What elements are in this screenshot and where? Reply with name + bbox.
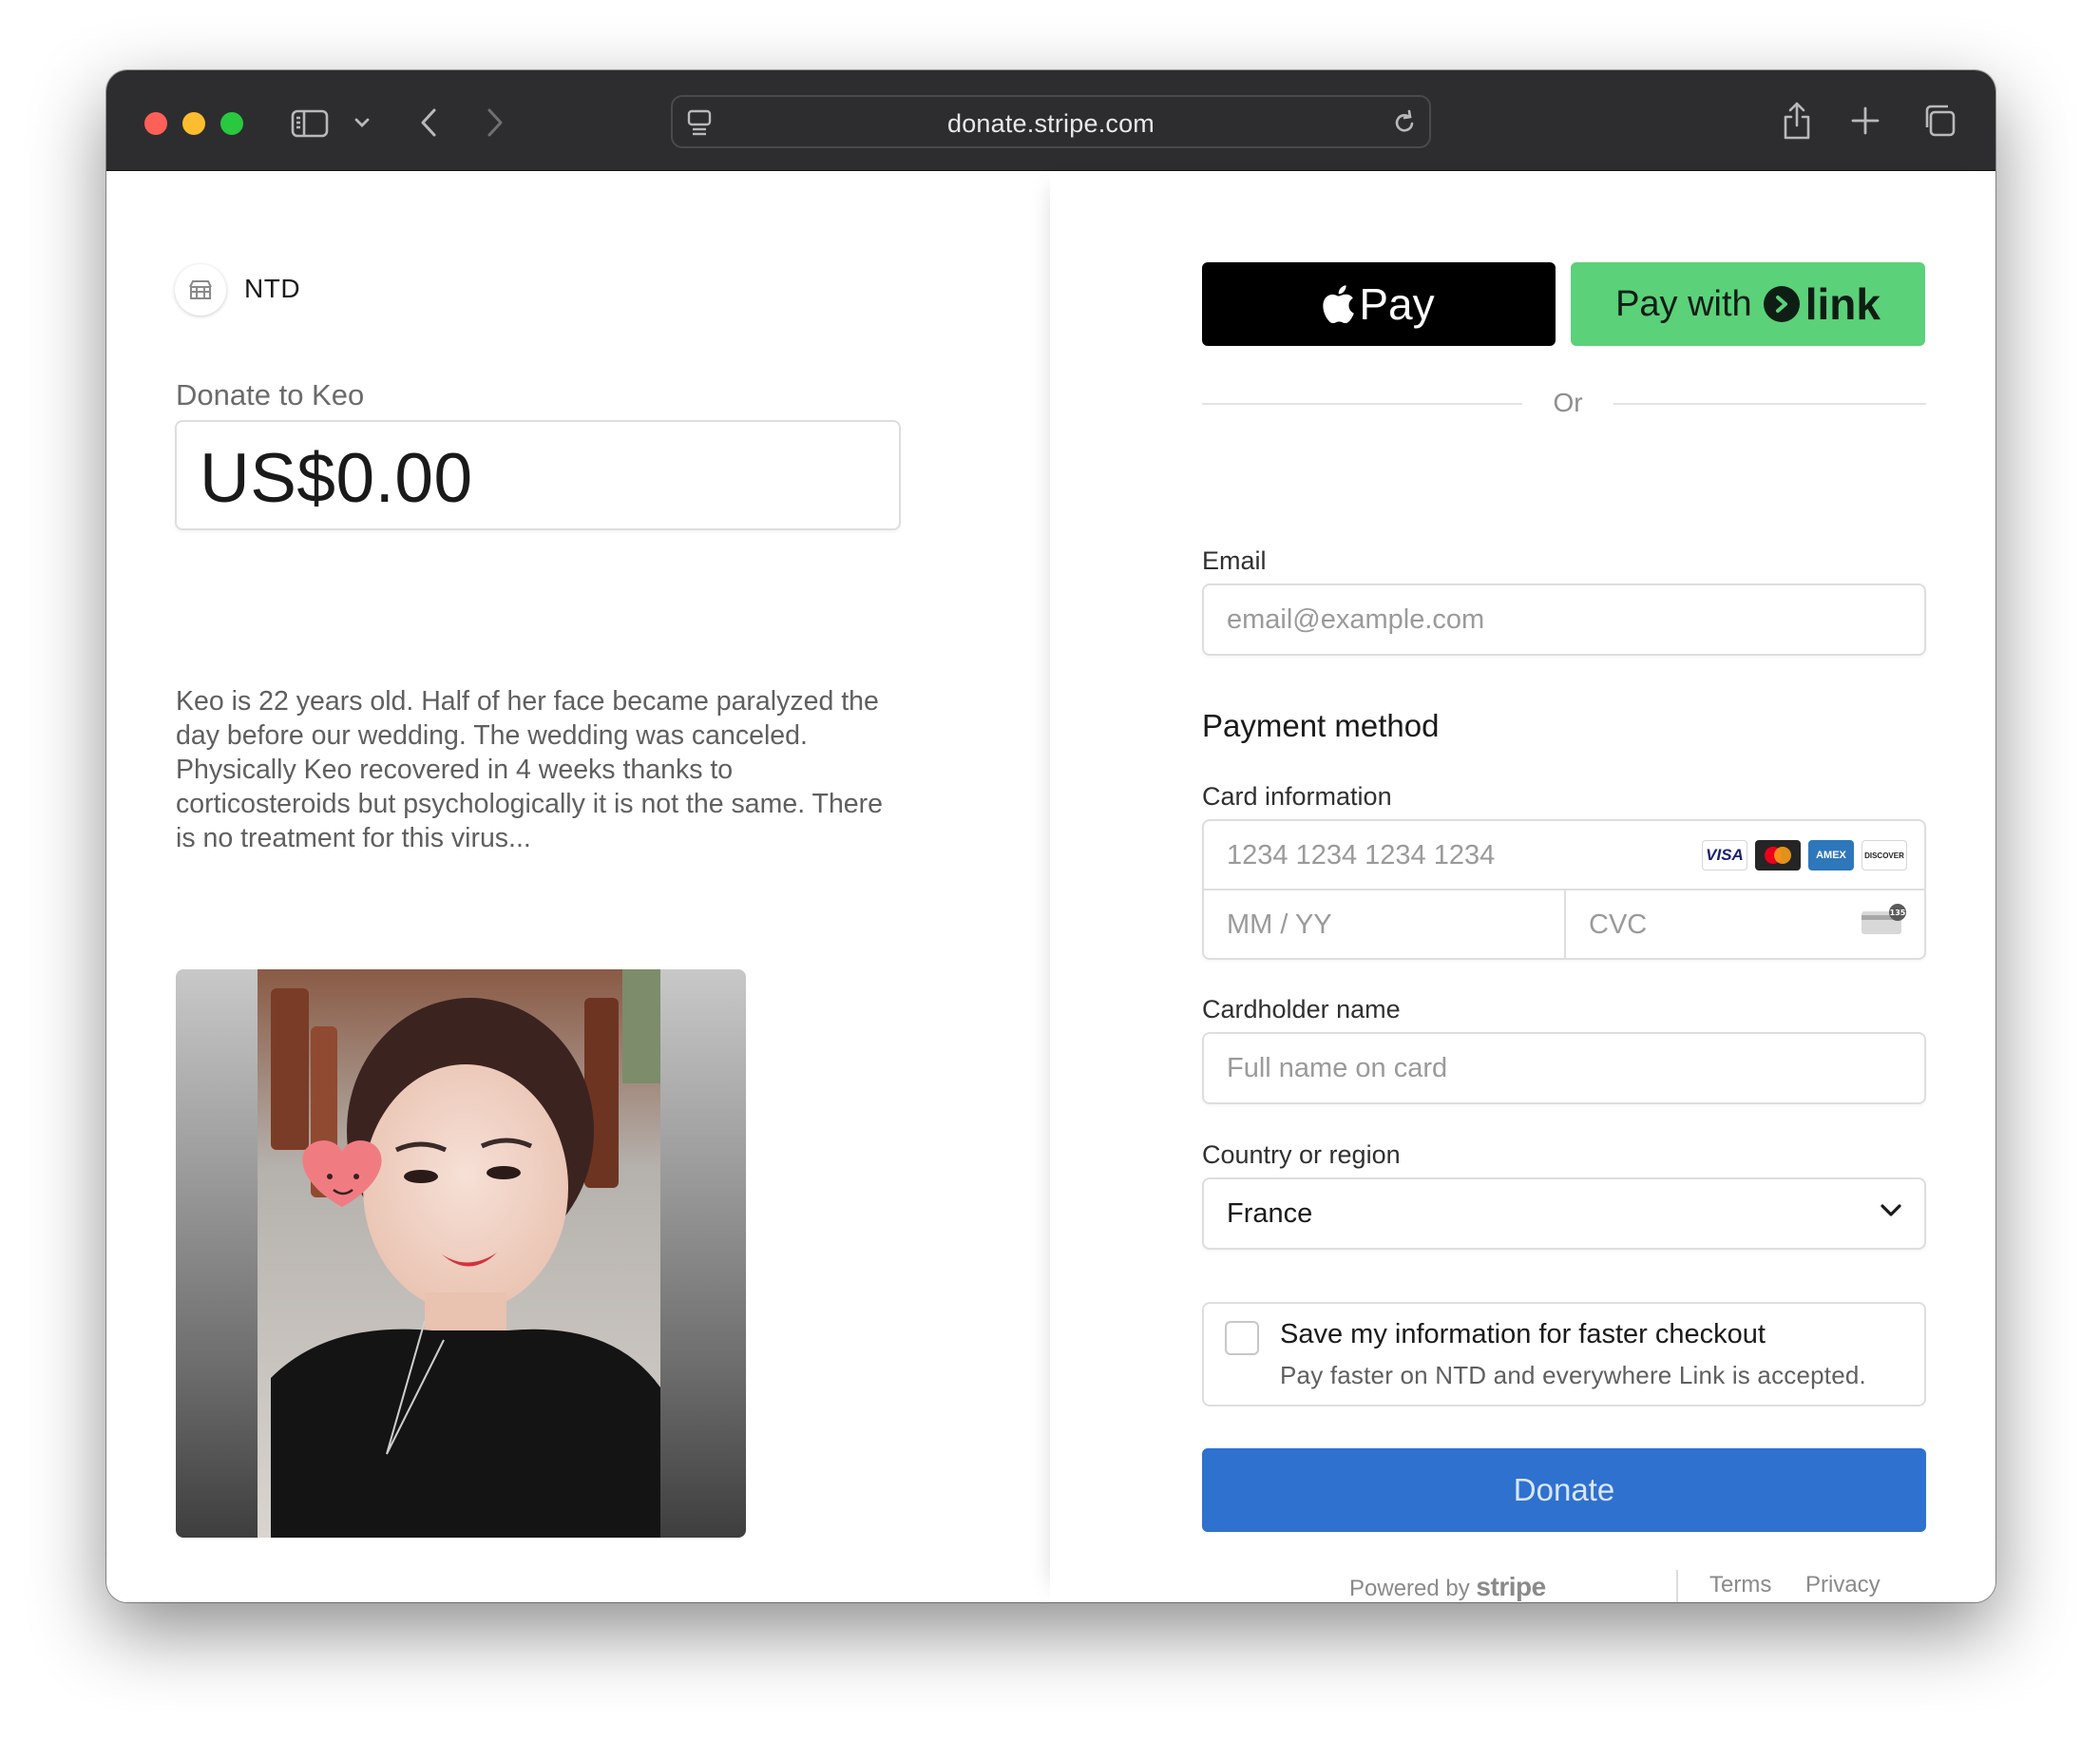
- save-info-subtitle: Pay faster on NTD and everywhere Link is…: [1280, 1361, 1866, 1389]
- terms-link[interactable]: Terms: [1709, 1572, 1771, 1598]
- chevron-down-icon[interactable]: [353, 116, 371, 129]
- donation-label: Donate to Keo: [176, 378, 365, 411]
- reload-icon[interactable]: [1391, 108, 1418, 137]
- tab-overview-icon[interactable]: [1921, 103, 1957, 139]
- save-info-title: Save my information for faster checkout: [1280, 1319, 1766, 1349]
- apple-pay-button[interactable]: Pay: [1202, 262, 1556, 346]
- expiry-field[interactable]: MM / YY: [1204, 890, 1564, 960]
- back-icon[interactable]: [418, 106, 439, 139]
- merchant-logo: [175, 264, 226, 316]
- country-select[interactable]: France: [1202, 1177, 1926, 1250]
- amex-icon: AMEX: [1808, 840, 1854, 870]
- amount-value: US$0.00: [200, 440, 473, 517]
- powered-by-stripe[interactable]: Powered by stripe: [1349, 1572, 1546, 1602]
- share-icon[interactable]: [1781, 101, 1813, 141]
- email-label: Email: [1202, 546, 1267, 575]
- forward-icon[interactable]: [485, 106, 506, 139]
- footer-divider: [1676, 1570, 1678, 1602]
- expiry-placeholder: MM / YY: [1227, 909, 1332, 940]
- card-info-label: Card information: [1202, 782, 1392, 811]
- card-number-field[interactable]: 1234 1234 1234 1234 VISA AMEX DISCOVER: [1204, 821, 1924, 890]
- sidebar-toggle-icon[interactable]: [291, 108, 329, 139]
- donation-summary-panel: NTD Donate to Keo US$0.00 Keo is 22 year…: [106, 171, 1050, 1602]
- chevron-down-icon: [1879, 1202, 1903, 1224]
- discover-icon: DISCOVER: [1861, 840, 1907, 870]
- privacy-link[interactable]: Privacy: [1805, 1572, 1880, 1598]
- donate-button[interactable]: Donate: [1202, 1448, 1926, 1532]
- browser-window: donate.stripe.com NTD Donate to Keo US$0…: [106, 70, 1995, 1602]
- url-text: donate.stripe.com: [946, 109, 1155, 138]
- close-window-button[interactable]: [144, 112, 167, 135]
- cvc-badge-text: 135: [1890, 909, 1906, 917]
- apple-pay-label: Pay: [1359, 279, 1435, 329]
- campaign-photo: [176, 969, 746, 1538]
- divider-right: [1613, 403, 1926, 405]
- cvc-placeholder: CVC: [1589, 909, 1648, 940]
- email-field[interactable]: email@example.com: [1202, 584, 1926, 656]
- visa-icon: VISA: [1702, 840, 1747, 870]
- donation-description: Keo is 22 years old. Half of her face be…: [176, 686, 883, 853]
- cvc-card-icon: 135: [1860, 904, 1907, 941]
- link-prefix-label: Pay with: [1615, 283, 1752, 324]
- mastercard-icon: [1755, 840, 1801, 870]
- link-wordmark: link: [1804, 279, 1880, 329]
- card-brands: VISA AMEX DISCOVER: [1702, 840, 1907, 870]
- apple-logo-icon: [1323, 285, 1355, 323]
- merchant-name: NTD: [244, 274, 301, 303]
- link-arrow-icon: [1763, 286, 1800, 322]
- payment-panel: Pay Pay with link Or Email email@example…: [1050, 171, 1995, 1602]
- save-info-option[interactable]: Save my information for faster checkout …: [1202, 1302, 1926, 1406]
- powered-by-label: Powered by: [1349, 1576, 1470, 1601]
- email-placeholder: email@example.com: [1227, 604, 1485, 635]
- cardholder-label: Cardholder name: [1202, 995, 1401, 1024]
- cvc-field[interactable]: CVC 135: [1566, 890, 1924, 960]
- amount-input[interactable]: US$0.00: [175, 420, 901, 530]
- pay-with-link-button[interactable]: Pay with link: [1571, 262, 1925, 346]
- minimize-window-button[interactable]: [182, 112, 205, 135]
- cardholder-placeholder: Full name on card: [1227, 1053, 1448, 1083]
- divider-left: [1202, 403, 1522, 405]
- save-info-checkbox[interactable]: [1225, 1321, 1259, 1355]
- country-value: France: [1227, 1198, 1313, 1229]
- or-separator: Or: [1553, 388, 1583, 417]
- payment-method-title: Payment method: [1202, 708, 1440, 743]
- zoom-window-button[interactable]: [220, 112, 243, 135]
- new-tab-icon[interactable]: [1851, 106, 1880, 135]
- card-number-placeholder: 1234 1234 1234 1234: [1227, 840, 1496, 870]
- address-bar[interactable]: donate.stripe.com: [671, 95, 1431, 148]
- cardholder-name-field[interactable]: Full name on card: [1202, 1032, 1926, 1104]
- country-label: Country or region: [1202, 1140, 1401, 1169]
- stripe-logo: stripe: [1476, 1572, 1546, 1601]
- card-info-group: 1234 1234 1234 1234 VISA AMEX DISCOVER M…: [1202, 819, 1926, 960]
- browser-toolbar: donate.stripe.com: [106, 70, 1995, 171]
